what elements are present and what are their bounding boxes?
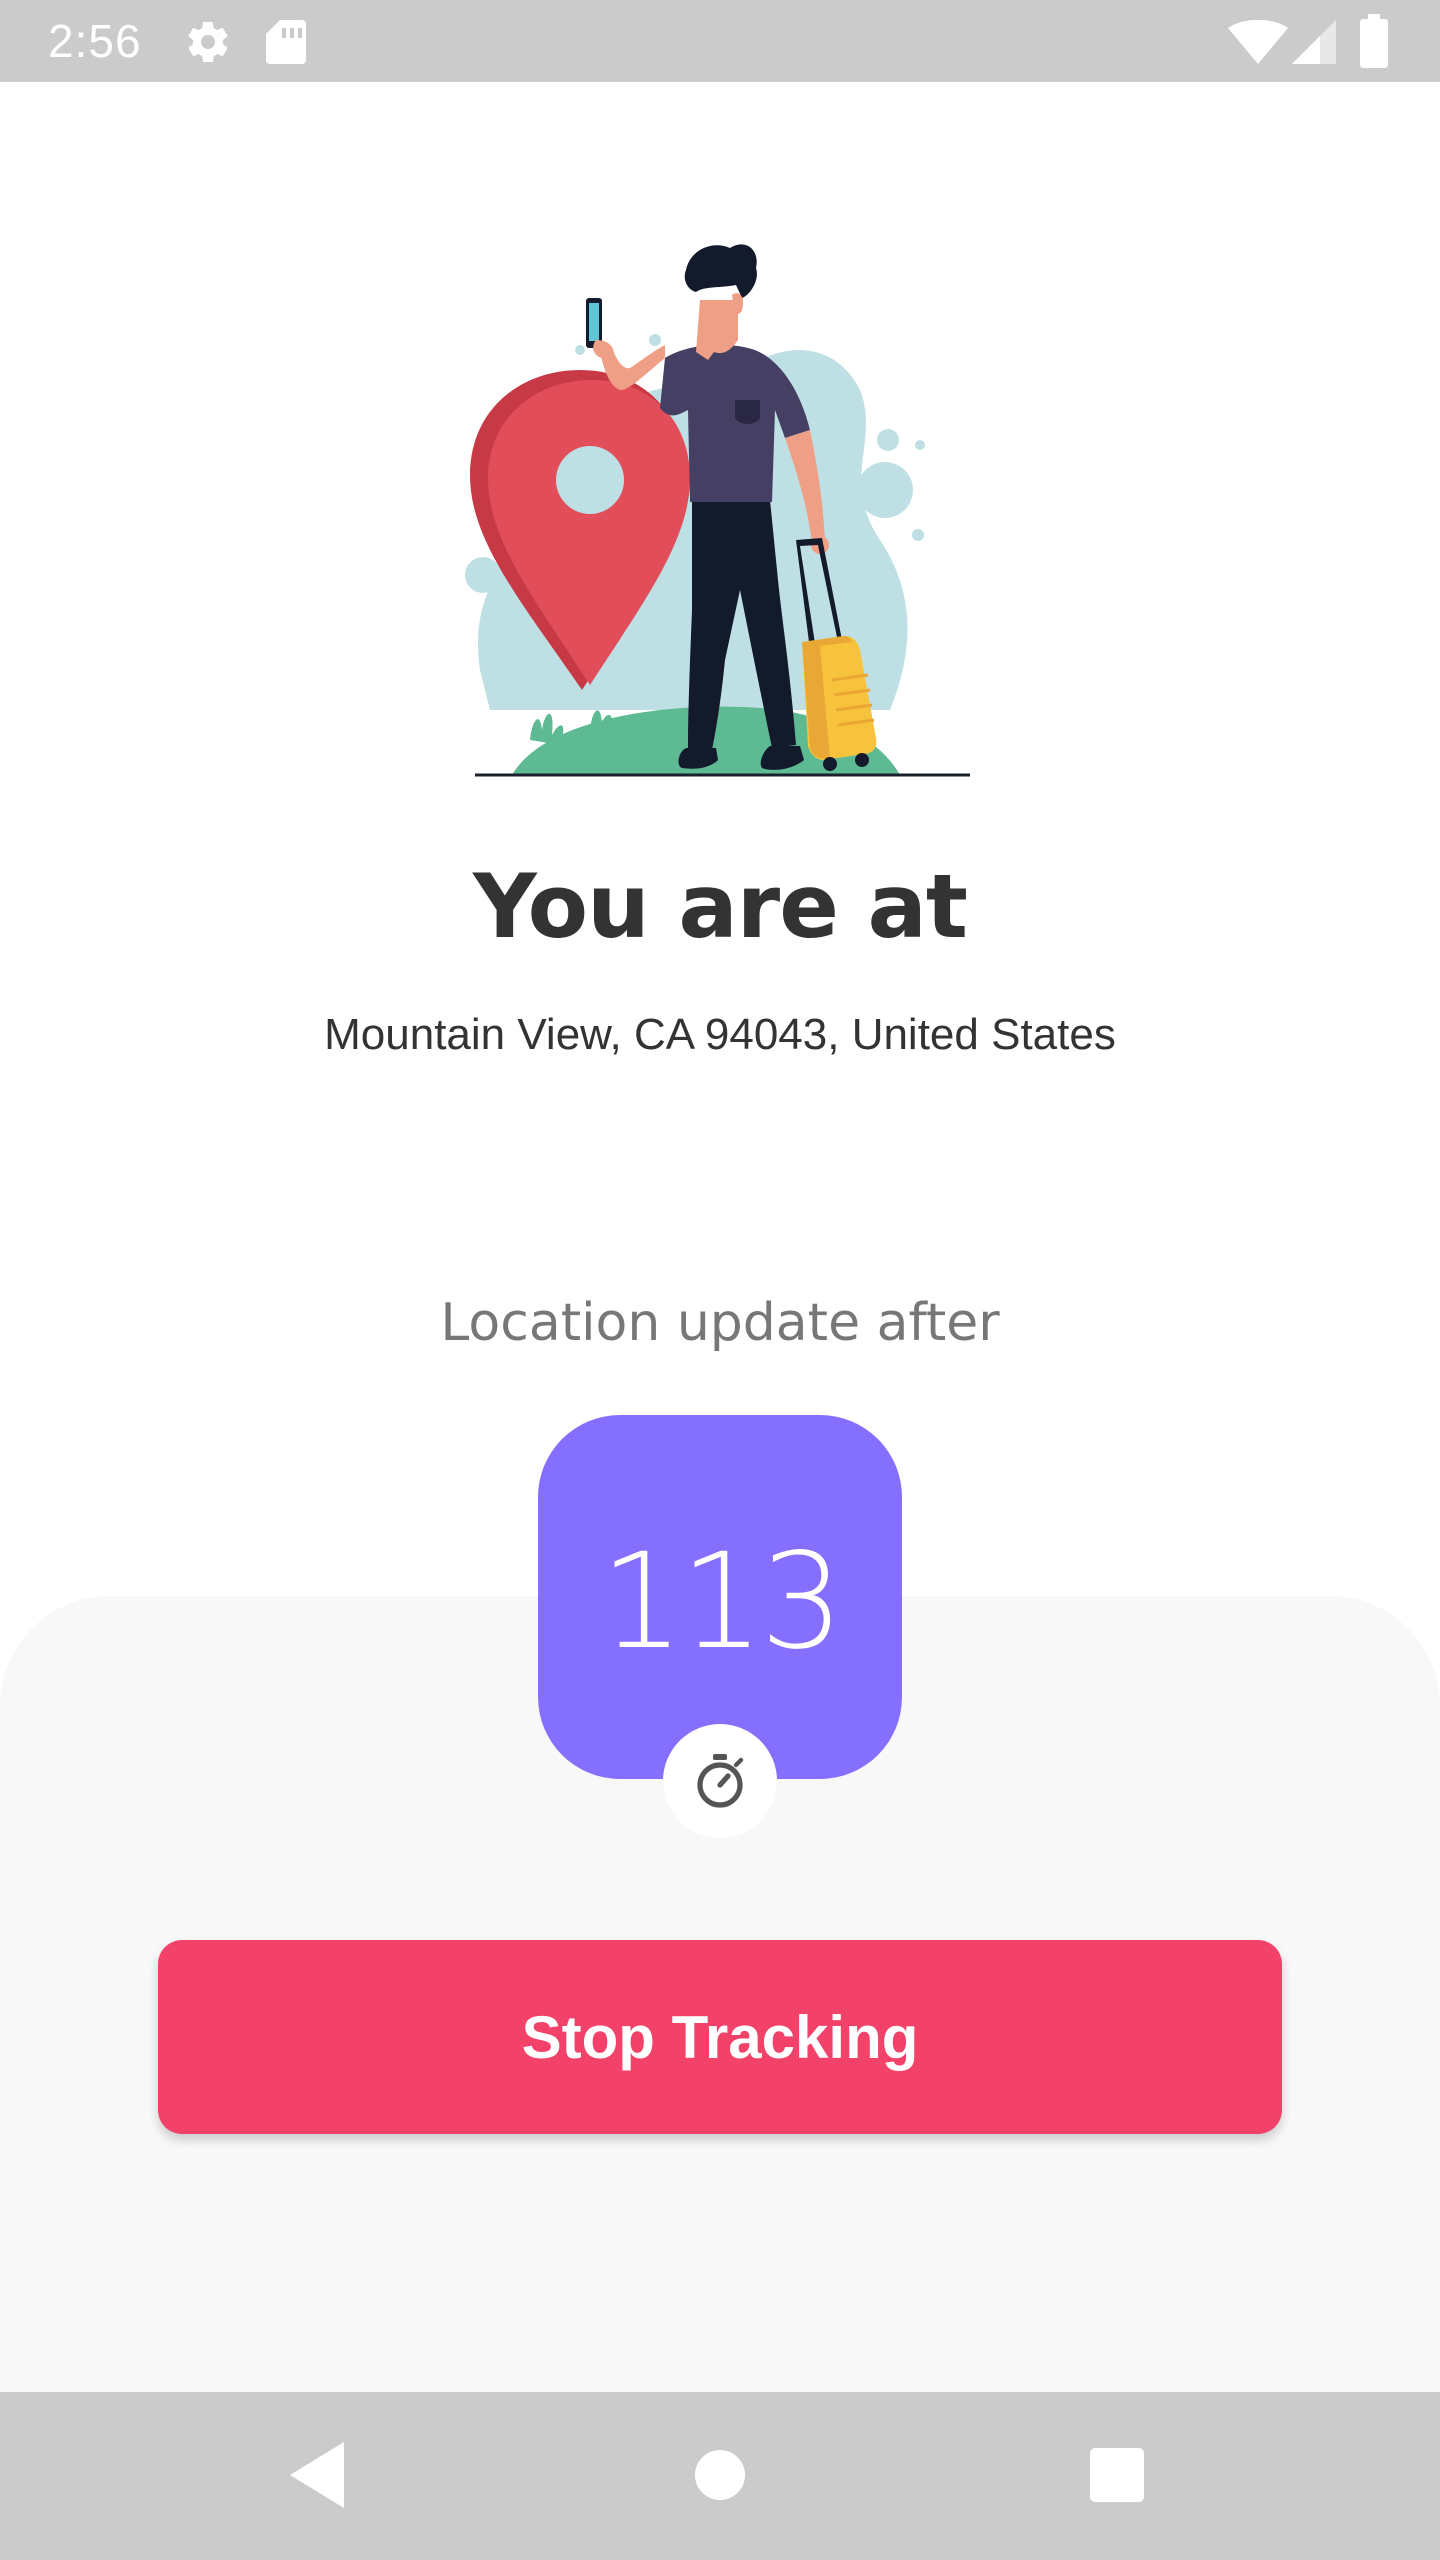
stop-tracking-button[interactable]: Stop Tracking (158, 1940, 1282, 2134)
screen: 2:56 You are at Mountain View, CA 94043,… (0, 0, 1440, 2560)
location-update-label: Location update after (440, 1293, 1000, 1353)
page-title: You are at (473, 855, 968, 958)
timer-badge (663, 1724, 777, 1838)
signal-icon (1292, 20, 1336, 69)
sd-card-icon (264, 18, 308, 71)
battery-icon (1360, 14, 1388, 73)
countdown-value: 113 (600, 1525, 844, 1679)
status-bar: 2:56 (0, 0, 1440, 82)
recents-icon[interactable] (1072, 2430, 1162, 2520)
back-icon[interactable] (272, 2430, 362, 2520)
wifi-icon (1228, 19, 1288, 69)
gear-icon (184, 18, 232, 71)
status-time: 2:56 (48, 15, 142, 67)
current-address: Mountain View, CA 94043, United States (324, 1010, 1116, 1059)
navigation-bar (0, 2392, 1440, 2560)
home-icon[interactable] (675, 2430, 765, 2520)
traveler-illustration (460, 240, 980, 800)
